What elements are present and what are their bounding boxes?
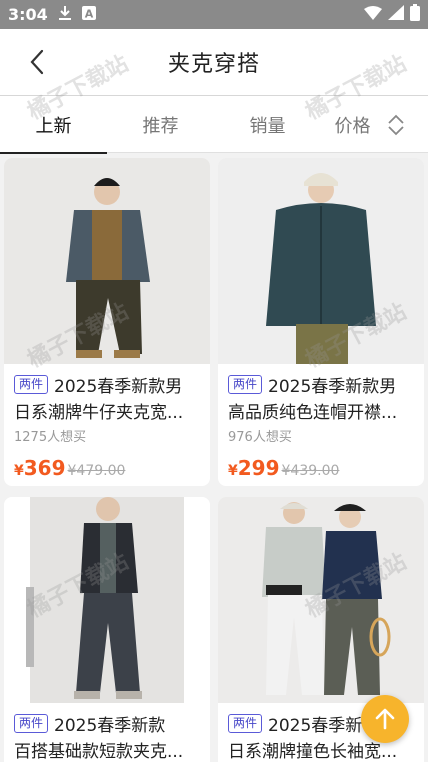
wifi-icon bbox=[364, 5, 382, 24]
tab-recommended-label: 推荐 bbox=[142, 115, 179, 137]
product-image[interactable] bbox=[218, 497, 424, 703]
product-card[interactable]: 两件 2025春季新款男 日系潮牌牛仔夹克宽... 1275人想买 ¥369 ¥4… bbox=[4, 158, 210, 486]
promo-badge: 两件 bbox=[228, 374, 263, 394]
price-symbol: ¥ bbox=[228, 463, 238, 479]
product-title-line2: 日系潮牌牛仔夹克宽... bbox=[14, 403, 184, 423]
price-value: 369 bbox=[23, 456, 66, 480]
product-price: ¥299 bbox=[228, 456, 280, 480]
download-icon bbox=[58, 5, 72, 25]
product-image[interactable] bbox=[4, 497, 210, 703]
product-card[interactable]: 两件 2025春季新款男 高品质纯色连帽开襟... 976人想买 ¥299 ¥43… bbox=[218, 158, 424, 486]
signal-icon bbox=[388, 5, 404, 24]
tab-recommended[interactable]: 推荐 bbox=[107, 96, 214, 153]
original-price: ¥479.00 bbox=[67, 463, 126, 479]
promo-badge: 两件 bbox=[14, 713, 49, 733]
status-bar: 3:04 A bbox=[0, 0, 428, 29]
product-image[interactable] bbox=[4, 158, 210, 364]
price-symbol: ¥ bbox=[14, 463, 24, 479]
svg-text:A: A bbox=[85, 7, 94, 20]
tab-price[interactable]: 价格 bbox=[321, 96, 384, 153]
product-title-line1: 2025春季新 bbox=[268, 715, 363, 736]
tab-new[interactable]: 上新 bbox=[0, 96, 107, 154]
tab-sales[interactable]: 销量 bbox=[214, 96, 321, 153]
tab-new-label: 上新 bbox=[35, 115, 72, 137]
active-tab-indicator bbox=[0, 152, 107, 154]
original-price: ¥439.00 bbox=[281, 463, 340, 479]
promo-badge: 两件 bbox=[14, 374, 49, 394]
price-value: 299 bbox=[237, 456, 280, 480]
product-title-line2: 百搭基础款短款夹克... bbox=[14, 742, 184, 762]
page-title: 夹克穿搭 bbox=[167, 52, 260, 77]
product-title-line1: 2025春季新款男 bbox=[54, 376, 183, 397]
a-box-icon: A bbox=[81, 5, 96, 24]
sort-tabs: 上新 推荐 销量 价格 bbox=[0, 95, 428, 154]
product-title-line1: 2025春季新款男 bbox=[268, 376, 397, 397]
want-count: 976人想买 bbox=[228, 430, 292, 445]
tab-sales-label: 销量 bbox=[249, 115, 286, 137]
product-price: ¥369 bbox=[14, 456, 66, 480]
product-image[interactable] bbox=[218, 158, 424, 364]
price-sort-icon[interactable] bbox=[384, 113, 408, 137]
back-to-top-button[interactable] bbox=[361, 695, 409, 743]
tab-price-label: 价格 bbox=[334, 115, 371, 137]
arrow-up-icon bbox=[375, 708, 395, 730]
product-card[interactable]: 两件 2025春季新款 百搭基础款短款夹克... bbox=[4, 497, 210, 762]
chevron-left-icon bbox=[30, 49, 44, 75]
product-title-line2: 高品质纯色连帽开襟... bbox=[228, 403, 398, 423]
want-count: 1275人想买 bbox=[14, 430, 87, 445]
back-button[interactable] bbox=[22, 47, 52, 77]
product-title-line1: 2025春季新款 bbox=[54, 715, 166, 736]
promo-badge: 两件 bbox=[228, 713, 263, 733]
status-time: 3:04 bbox=[8, 5, 48, 24]
app-header: 夹克穿搭 bbox=[0, 29, 428, 95]
battery-icon bbox=[410, 4, 420, 25]
